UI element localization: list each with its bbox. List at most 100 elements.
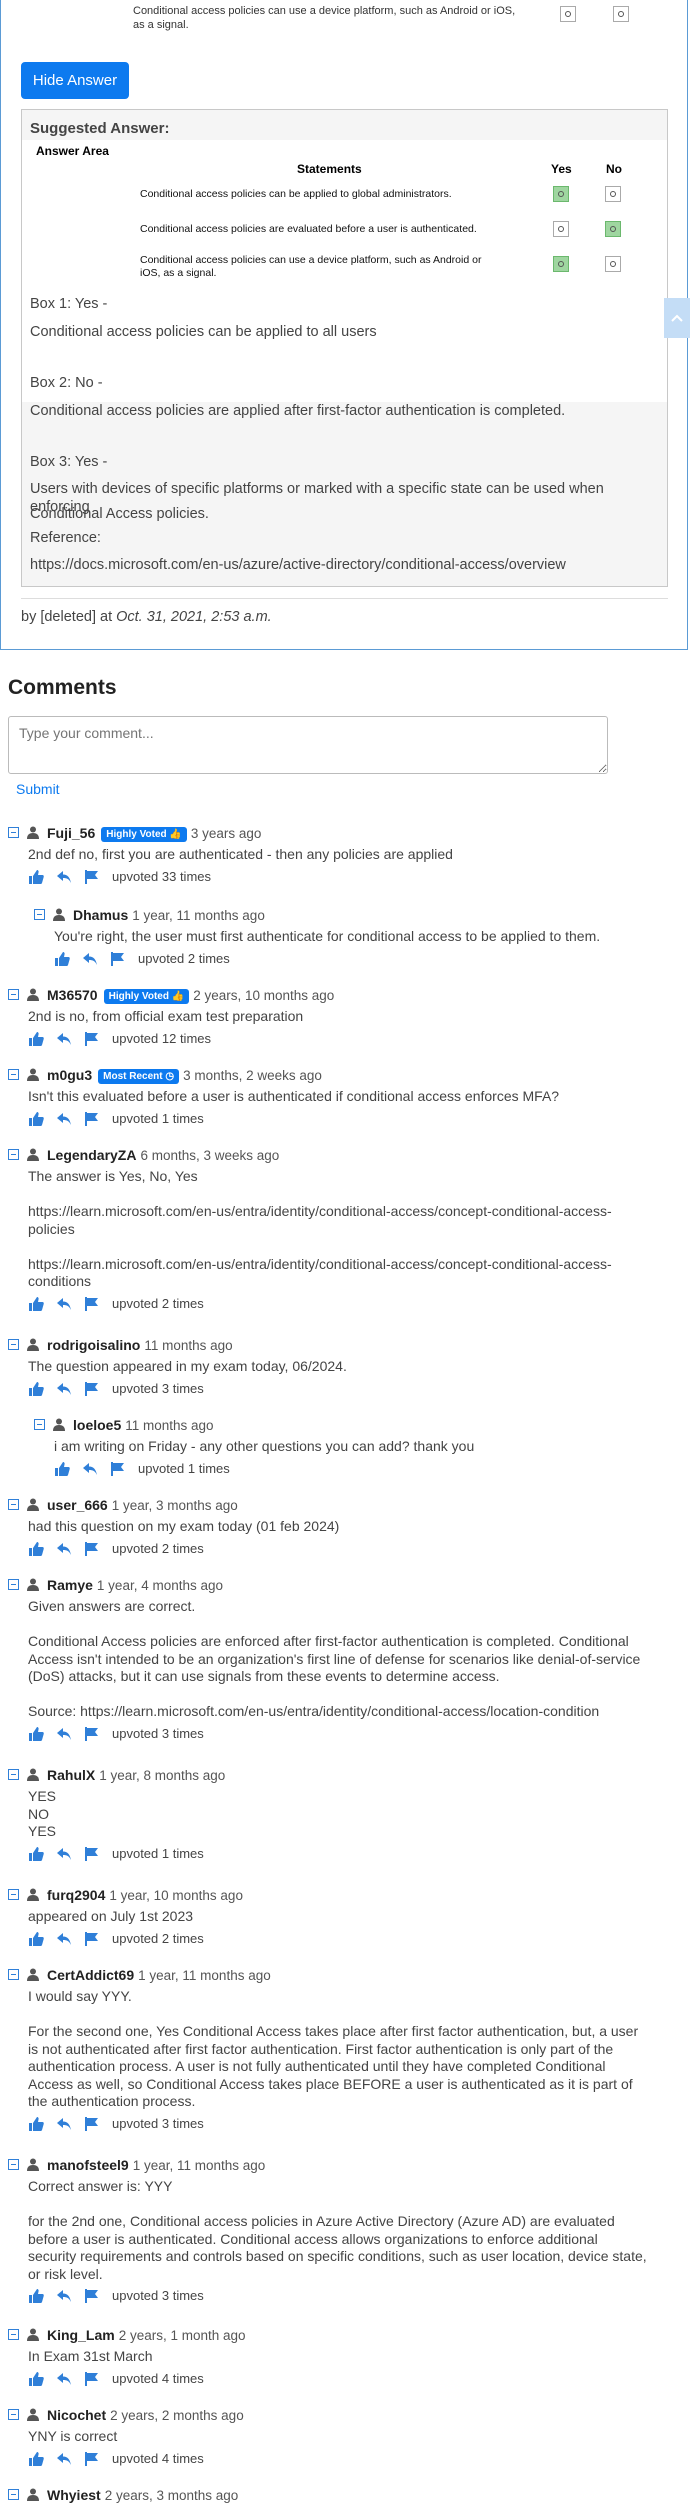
upvote-button[interactable] (28, 1031, 44, 1047)
comment-input[interactable] (8, 716, 608, 774)
reply-button[interactable] (56, 1111, 72, 1127)
reply-button[interactable] (82, 951, 98, 967)
upvote-button[interactable] (28, 2371, 44, 2387)
upvote-count: upvoted 2 times (112, 1295, 204, 1311)
upvote-button[interactable] (28, 1846, 44, 1862)
comment-username[interactable]: Whyiest (47, 2487, 101, 2503)
hide-answer-button[interactable]: Hide Answer (21, 62, 129, 99)
reply-button[interactable] (56, 2288, 72, 2304)
flag-button[interactable] (110, 1461, 126, 1477)
upvote-button[interactable] (54, 951, 70, 967)
upvote-button[interactable] (28, 1296, 44, 1312)
flag-button[interactable] (84, 1296, 100, 1312)
submit-link[interactable]: Submit (16, 781, 60, 797)
reply-button[interactable] (56, 1541, 72, 1557)
flag-icon (85, 1296, 98, 1311)
comment-username[interactable]: LegendaryZA (47, 1147, 136, 1163)
comment-timestamp: 2 years, 10 months ago (193, 988, 335, 1003)
reply-button[interactable] (56, 2116, 72, 2132)
reply-button[interactable] (56, 1381, 72, 1397)
upvote-count: upvoted 2 times (138, 950, 230, 966)
upvote-button[interactable] (28, 1541, 44, 1557)
collapse-toggle-icon[interactable] (8, 2159, 19, 2170)
comment-username[interactable]: m0gu3 (47, 1067, 92, 1083)
upvote-button[interactable] (54, 1461, 70, 1477)
reply-button[interactable] (56, 1846, 72, 1862)
reply-button[interactable] (56, 1296, 72, 1312)
comment-username[interactable]: rodrigoisalino (47, 1337, 140, 1353)
reply-button[interactable] (56, 1931, 72, 1947)
comment-username[interactable]: Dhamus (73, 907, 128, 923)
reference-link[interactable]: https://docs.microsoft.com/en-us/azure/a… (30, 556, 566, 574)
collapse-toggle-icon[interactable] (8, 1889, 19, 1900)
reply-button[interactable] (56, 869, 72, 885)
collapse-toggle-icon[interactable] (34, 909, 45, 920)
reply-button[interactable] (82, 1461, 98, 1477)
comment-username[interactable]: RahulX (47, 1767, 95, 1783)
comment-username[interactable]: furq2904 (47, 1887, 105, 1903)
flag-button[interactable] (84, 1381, 100, 1397)
statements-header: Statements (297, 162, 362, 176)
yes-radio[interactable] (560, 6, 576, 22)
upvote-button[interactable] (28, 1111, 44, 1127)
collapse-toggle-icon[interactable] (8, 2409, 19, 2420)
comment-timestamp: 6 months, 3 weeks ago (140, 1148, 280, 1163)
comment-username[interactable]: user_666 (47, 1497, 108, 1513)
upvote-button[interactable] (28, 2116, 44, 2132)
collapse-toggle-icon[interactable] (8, 2489, 19, 2500)
comment-username[interactable]: Ramye (47, 1577, 93, 1593)
comment-username[interactable]: CertAddict69 (47, 1967, 134, 1983)
collapse-toggle-icon[interactable] (8, 1149, 19, 1160)
byline-date: Oct. 31, 2021, 2:53 a.m. (116, 609, 272, 625)
flag-button[interactable] (84, 1726, 100, 1742)
user-icon-wrap (27, 1968, 39, 1981)
collapse-toggle-icon[interactable] (8, 1339, 19, 1350)
collapse-toggle-icon[interactable] (8, 1769, 19, 1780)
collapse-toggle-icon[interactable] (8, 1069, 19, 1080)
upvote-button[interactable] (28, 869, 44, 885)
no-radio (605, 186, 621, 202)
collapse-toggle-icon[interactable] (8, 827, 19, 838)
comment-username[interactable]: Fuji_56 (47, 825, 95, 841)
comment-username[interactable]: loeloe5 (73, 1417, 121, 1433)
collapse-toggle-icon[interactable] (8, 1579, 19, 1590)
scroll-top-tab[interactable] (664, 298, 690, 338)
comment-username[interactable]: Nicochet (47, 2407, 106, 2423)
upvote-button[interactable] (28, 1381, 44, 1397)
comment-text: appeared on July 1st 2023 (28, 1908, 194, 1924)
comment-username[interactable]: M36570 (47, 987, 98, 1003)
collapse-toggle-icon[interactable] (8, 989, 19, 1000)
no-radio[interactable] (613, 6, 629, 22)
yes-radio-selected (553, 256, 569, 272)
upvote-button[interactable] (28, 1931, 44, 1947)
upvote-button[interactable] (28, 2288, 44, 2304)
comment-username[interactable]: King_Lam (47, 2327, 115, 2343)
flag-button[interactable] (84, 1541, 100, 1557)
flag-button[interactable] (84, 2288, 100, 2304)
collapse-toggle-icon[interactable] (34, 1419, 45, 1430)
flag-button[interactable] (84, 2371, 100, 2387)
flag-button[interactable] (110, 951, 126, 967)
flag-button[interactable] (84, 1931, 100, 1947)
flag-button[interactable] (84, 1846, 100, 1862)
reply-button[interactable] (56, 2371, 72, 2387)
flag-button[interactable] (84, 869, 100, 885)
upvote-button[interactable] (28, 2451, 44, 2467)
user-icon-wrap (27, 1338, 39, 1351)
flag-button[interactable] (84, 1111, 100, 1127)
explanation-line: Conditional access policies are applied … (30, 403, 566, 419)
reply-button[interactable] (56, 1726, 72, 1742)
comment-actions: upvoted 12 times (28, 1031, 228, 1047)
comment-username[interactable]: manofsteel9 (47, 2157, 129, 2173)
collapse-toggle-icon[interactable] (8, 2329, 19, 2340)
collapse-toggle-icon[interactable] (8, 1499, 19, 1510)
collapse-toggle-icon[interactable] (8, 1969, 19, 1980)
comments-heading: Comments (8, 676, 117, 699)
flag-button[interactable] (84, 1031, 100, 1047)
flag-button[interactable] (84, 2451, 100, 2467)
upvote-button[interactable] (28, 1726, 44, 1742)
flag-button[interactable] (84, 2116, 100, 2132)
reply-button[interactable] (56, 1031, 72, 1047)
reply-button[interactable] (56, 2451, 72, 2467)
comment-timestamp: 2 years, 2 months ago (110, 2408, 244, 2423)
